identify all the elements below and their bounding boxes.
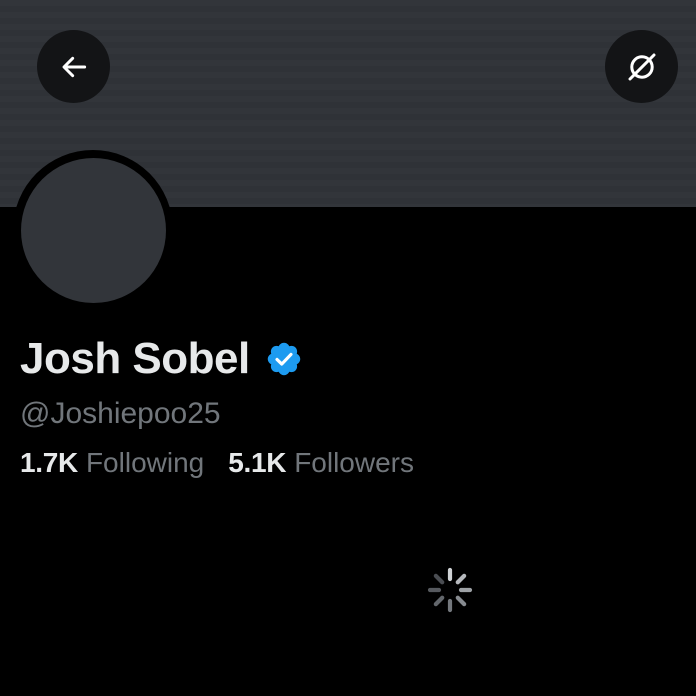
display-name: Josh Sobel (20, 334, 250, 383)
no-image-button[interactable] (605, 30, 678, 103)
arrow-left-icon (62, 56, 86, 77)
following-count: 1.7K (20, 447, 78, 478)
profile-name-row: Josh Sobel (20, 332, 303, 386)
followers-link[interactable]: 5.1K Followers (228, 444, 414, 482)
following-label: Following (85, 447, 205, 478)
back-button[interactable] (37, 30, 110, 103)
followers-label: Followers (294, 447, 414, 478)
profile-handle: @Joshiepoo25 (20, 397, 221, 430)
avatar[interactable] (21, 158, 166, 303)
no-image-icon (628, 53, 655, 80)
follow-stats: 1.7K Following 5.1K Followers (20, 444, 414, 482)
following-link[interactable]: 1.7K Following (20, 444, 204, 482)
followers-count: 5.1K (228, 447, 287, 478)
loading-spinner-icon (427, 567, 473, 613)
verified-badge-icon[interactable] (265, 340, 303, 378)
profile-page: Josh Sobel @Joshiepoo25 1.7K Following 5… (0, 0, 696, 696)
